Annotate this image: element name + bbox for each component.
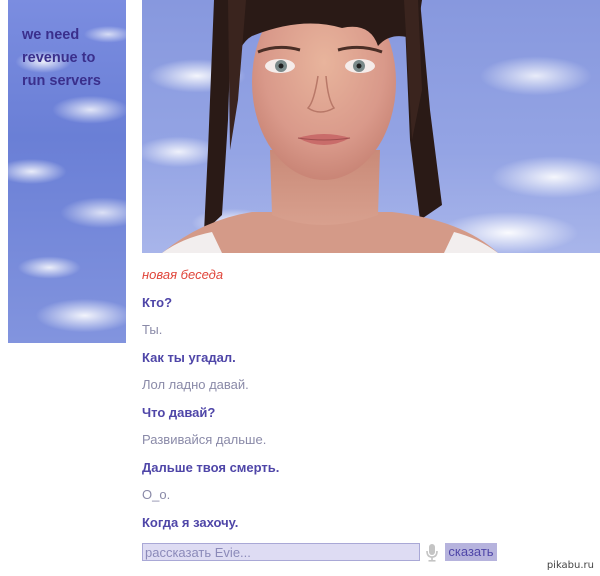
evie-avatar xyxy=(142,0,600,253)
chat-message-user: Кто? xyxy=(142,295,173,310)
page: we need revenue to run servers новая бес… xyxy=(0,0,600,576)
revenue-notice-line: we need xyxy=(22,27,80,43)
watermark: pikabu.ru xyxy=(546,560,594,571)
chat-message-user: Когда я захочу. xyxy=(142,515,239,530)
chat-input-row: сказать xyxy=(142,543,502,563)
chat-message-bot: Ты. xyxy=(142,322,163,337)
chat-message-bot: Лол ладно давай. xyxy=(142,377,249,392)
revenue-notice: we need revenue to run servers xyxy=(22,24,122,93)
say-button[interactable]: сказать xyxy=(445,543,497,561)
new-chat-link[interactable]: новая беседа xyxy=(142,266,582,284)
chat-message-bot: Развивайся дальше. xyxy=(142,432,267,447)
revenue-notice-line: run servers xyxy=(22,73,101,89)
microphone-icon[interactable] xyxy=(425,544,439,562)
chat-message-user: Как ты угадал. xyxy=(142,350,236,365)
chat-message-bot: О_о. xyxy=(142,487,171,502)
chat-transcript: новая беседа Кто? Ты. Как ты угадал. Лол… xyxy=(142,266,582,532)
revenue-banner[interactable]: we need revenue to run servers xyxy=(8,0,126,343)
chat-message-user: Что давай? xyxy=(142,405,216,420)
avatar-face-illustration xyxy=(162,0,498,253)
revenue-notice-line: revenue to xyxy=(22,50,96,66)
say-input[interactable] xyxy=(142,543,420,561)
chat-message-user: Дальше твоя смерть. xyxy=(142,460,280,475)
